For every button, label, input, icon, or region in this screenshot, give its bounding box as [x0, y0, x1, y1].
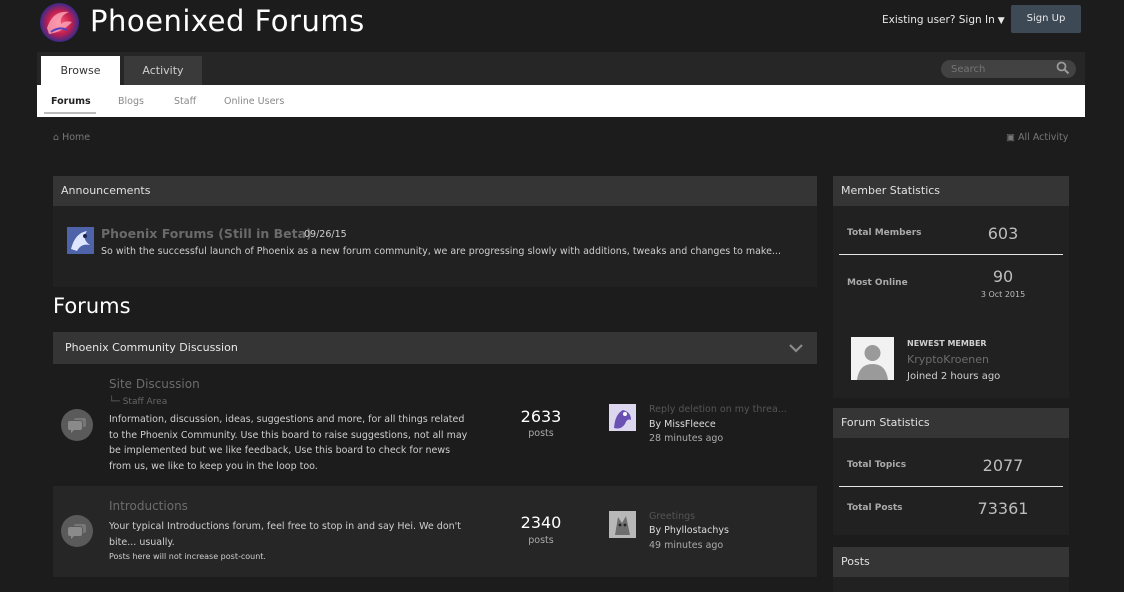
newest-member-joined: Joined 2 hours ago	[907, 371, 1001, 382]
announcement-title[interactable]: Phoenix Forums (Still in Beta)	[101, 226, 312, 241]
last-post-time: 28 minutes ago	[649, 433, 724, 444]
newest-member-label: NEWEST MEMBER	[907, 339, 987, 348]
total-members-value: 603	[987, 224, 1019, 243]
post-count: 2340	[520, 513, 562, 532]
activity-icon: ▣	[1006, 132, 1015, 143]
last-post-time: 49 minutes ago	[649, 540, 724, 551]
site-title[interactable]: Phoenixed Forums	[90, 4, 365, 38]
breadcrumb-home-label: Home	[62, 132, 91, 143]
tab-activity[interactable]: Activity	[124, 56, 202, 85]
forum-statistics-heading: Forum Statistics	[833, 408, 1069, 438]
announcement-avatar[interactable]	[67, 227, 94, 254]
forum-note: Posts here will not increase post-count.	[109, 552, 266, 561]
tab-browse[interactable]: Browse	[41, 56, 120, 85]
total-posts-label: Total Posts	[847, 503, 903, 513]
post-count-label: posts	[528, 428, 554, 439]
last-poster-avatar[interactable]	[609, 511, 636, 538]
forums-heading: Forums	[53, 294, 131, 318]
most-online-label: Most Online	[847, 278, 908, 288]
forum-name[interactable]: Site Discussion	[109, 377, 200, 391]
forum-description: Information, discussion, ideas, suggesti…	[109, 412, 489, 474]
forum-description-line: bite... usually.	[109, 536, 175, 548]
phoenix-logo-icon[interactable]	[39, 2, 80, 43]
forum-description-line: to the Phoenix Community. Use this board…	[109, 429, 468, 441]
subnav-forums[interactable]: Forums	[51, 96, 91, 107]
search-icon[interactable]	[1056, 61, 1070, 75]
last-post-title[interactable]: Reply deletion on my threa...	[649, 404, 787, 415]
most-online-value: 90	[992, 267, 1014, 286]
forum-name[interactable]: Introductions	[109, 499, 188, 513]
forum-description-line: Your typical Introductions forum, feel f…	[109, 521, 461, 532]
most-online-date: 3 Oct 2015	[980, 290, 1026, 299]
last-post-author[interactable]: By Phyllostachys	[649, 525, 729, 536]
announcement-excerpt: So with the successful launch of Phoenix…	[101, 246, 781, 257]
post-count: 2633	[520, 407, 562, 426]
home-icon: ⌂	[53, 132, 60, 143]
sign-in-link[interactable]: Existing user? Sign In ▼	[882, 14, 1005, 26]
sign-up-button[interactable]: Sign Up	[1011, 5, 1081, 33]
forum-description-line: from us, we like to keep you in the loop…	[109, 460, 318, 472]
total-topics-label: Total Topics	[847, 460, 907, 470]
breadcrumb-home[interactable]: ⌂ Home	[53, 132, 90, 143]
member-statistics-heading: Member Statistics	[833, 176, 1069, 206]
subnav-staff[interactable]: Staff	[174, 96, 196, 107]
sign-in-label: Existing user? Sign In	[882, 14, 995, 26]
last-post-title[interactable]: Greetings	[649, 511, 695, 522]
posts-heading: Posts	[833, 547, 1069, 577]
all-activity-link[interactable]: ▣ All Activity	[1006, 132, 1068, 143]
announcements-heading: Announcements	[53, 176, 817, 206]
active-subnav-indicator	[44, 112, 96, 114]
forum-description-line: be implemented but we like feedback, Use…	[109, 445, 451, 456]
forum-description-line: Information, discussion, ideas, suggesti…	[109, 414, 465, 425]
newest-member-avatar[interactable]	[851, 337, 894, 380]
posts-panel	[833, 577, 1069, 592]
subforum-link[interactable]: └─ Staff Area	[109, 397, 167, 407]
divider	[839, 254, 1063, 255]
last-post-author[interactable]: By MissFleece	[649, 419, 716, 430]
search-input[interactable]	[951, 61, 1047, 77]
subforum-name: Staff Area	[122, 397, 168, 407]
total-members-label: Total Members	[847, 228, 922, 238]
forum-description: Your typical Introductions forum, feel f…	[109, 519, 489, 550]
total-topics-value: 2077	[982, 456, 1024, 475]
post-count-label: posts	[528, 535, 554, 546]
last-poster-avatar[interactable]	[609, 404, 636, 431]
all-activity-label: All Activity	[1018, 132, 1069, 143]
newest-member-name[interactable]: KryptoKroenen	[907, 353, 989, 366]
chevron-down-icon[interactable]	[788, 342, 804, 354]
total-posts-value: 73361	[977, 499, 1029, 518]
subnav-blogs[interactable]: Blogs	[118, 96, 144, 107]
chat-bubbles-icon	[61, 515, 93, 547]
chat-bubbles-icon	[61, 409, 93, 441]
divider	[839, 486, 1063, 487]
announcement-date: 09/26/15	[304, 229, 347, 240]
caret-down-icon: ▼	[997, 16, 1005, 26]
category-title[interactable]: Phoenix Community Discussion	[65, 341, 238, 354]
subnav-online-users[interactable]: Online Users	[224, 96, 284, 107]
